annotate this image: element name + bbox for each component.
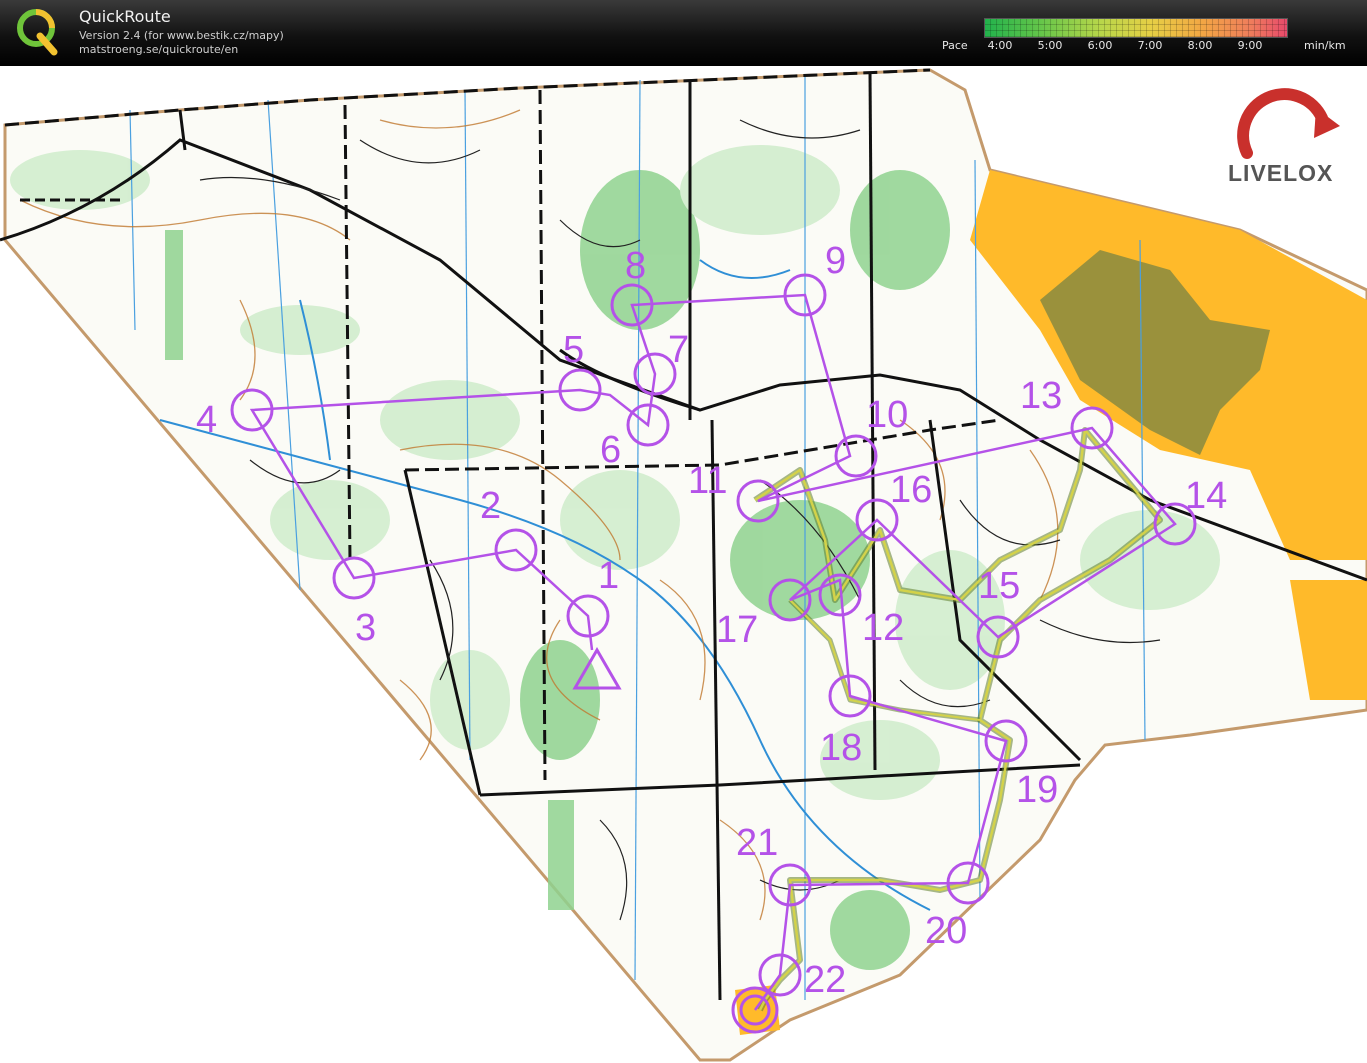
control-number: 21 — [736, 822, 778, 864]
quickroute-logo-icon — [17, 9, 58, 56]
pace-tick: 8:00 — [1187, 39, 1213, 52]
control-number: 1 — [598, 555, 619, 597]
control-number: 18 — [820, 727, 862, 769]
control-number: 3 — [355, 607, 376, 649]
control-number: 17 — [716, 609, 758, 651]
control-number: 16 — [890, 469, 932, 511]
app-version: Version 2.4 (for www.bestik.cz/mapy) — [79, 29, 284, 42]
orienteering-map[interactable]: 1 2 3 4 5 6 7 8 9 10 11 12 13 14 15 16 1… — [0, 66, 1367, 1063]
app-url: matstroeng.se/quickroute/en — [79, 43, 239, 56]
pace-tick: 4:00 — [987, 39, 1013, 52]
control-number: 7 — [668, 329, 689, 371]
pace-tick: 5:00 — [1037, 39, 1063, 52]
app-title: QuickRoute — [79, 7, 171, 26]
pace-tick: 9:00 — [1237, 39, 1263, 52]
control-number: 8 — [625, 245, 646, 287]
control-number: 11 — [688, 460, 727, 502]
control-number: 5 — [563, 329, 584, 371]
control-number: 6 — [600, 429, 621, 471]
control-number: 12 — [862, 607, 904, 649]
control-number: 22 — [804, 959, 846, 1001]
control-number: 13 — [1020, 375, 1062, 417]
control-number: 9 — [825, 240, 846, 282]
quickroute-header: QuickRoute Version 2.4 (for www.bestik.c… — [0, 0, 1367, 66]
control-number: 14 — [1185, 475, 1227, 517]
control-number: 10 — [866, 394, 908, 436]
control-number: 19 — [1016, 769, 1058, 811]
pace-tick: 6:00 — [1087, 39, 1113, 52]
pace-tick: 7:00 — [1137, 39, 1163, 52]
livelox-wordmark: LIVELOX — [1228, 160, 1334, 186]
pace-unit: min/km — [1304, 39, 1346, 52]
control-number: 15 — [978, 565, 1020, 607]
pace-label: Pace — [942, 39, 968, 52]
control-number: 2 — [480, 485, 501, 527]
pace-color-scale — [984, 18, 1288, 38]
control-number: 4 — [196, 399, 217, 441]
control-number: 20 — [925, 910, 967, 952]
